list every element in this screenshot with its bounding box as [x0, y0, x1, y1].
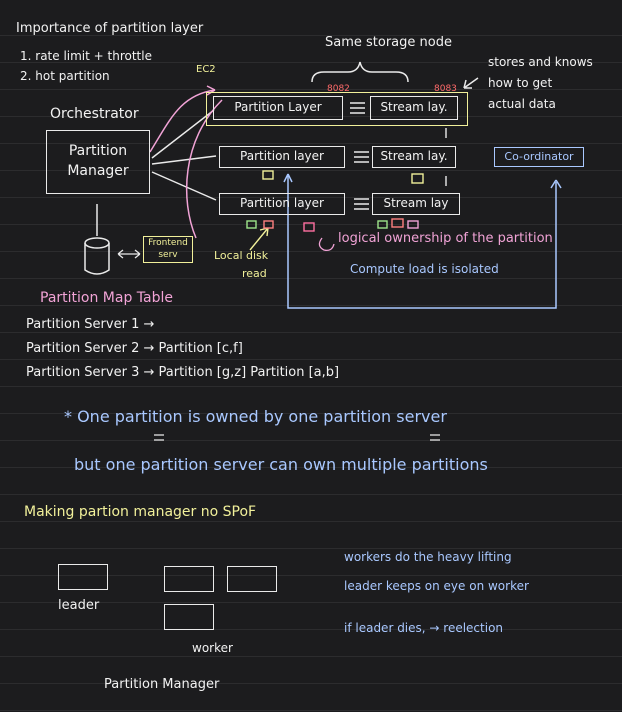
orchestrator-label: Orchestrator [50, 106, 139, 122]
brace [311, 61, 409, 83]
rule-line-2: but one partition server can own multipl… [74, 455, 488, 474]
partition-manager-box: Partition Manager [46, 130, 150, 194]
database-icon [84, 237, 110, 275]
partition-layer-label-3: Partition layer [240, 196, 324, 210]
frontend-server-box: Frontend serv [143, 236, 193, 263]
map-row-2: Partition Server 2 → Partition [c,f] [26, 341, 243, 356]
stores-note-1: stores and knows [488, 55, 593, 69]
worker-box-1 [164, 566, 214, 592]
partition-layer-box-3: Partition layer [219, 193, 345, 215]
partition-layer-box-1: Partition Layer [213, 96, 343, 120]
leader-box [58, 564, 108, 590]
partition-manager-label: Partition Manager [67, 143, 129, 180]
same-storage-node: Same storage node [325, 35, 452, 50]
stream-layer-box-3: Stream lay [372, 193, 460, 215]
partition-layer-label-1: Partition Layer [234, 100, 322, 114]
local-disk-label-1: Local disk [214, 249, 269, 262]
leader-label: leader [58, 598, 100, 613]
importance-item-2: 2. hot partition [20, 69, 110, 83]
worker-box-3 [164, 604, 214, 630]
ec2-label: EC2 [196, 64, 216, 75]
note-workers: workers do the heavy lifting [344, 550, 512, 564]
compute-isolated-note: Compute load is isolated [350, 262, 499, 276]
stores-note-3: actual data [488, 97, 556, 111]
note-leader: leader keeps on eye on worker [344, 579, 529, 593]
frontend-label-1: Frontend [148, 238, 188, 248]
note-arrow [463, 77, 479, 89]
stream-layer-box-2: Stream lay. [372, 146, 456, 168]
frontend-label-2: serv [158, 250, 178, 260]
db-frontend-arrow [117, 249, 141, 259]
worker-box-2 [227, 566, 277, 592]
coordinator-box: Co-ordinator [494, 147, 584, 167]
stream-layer-box-1: Stream lay. [370, 96, 458, 120]
rule-line-1: * One partition is owned by one partitio… [64, 407, 447, 426]
stores-note-2: how to get [488, 76, 553, 90]
partition-map-title: Partition Map Table [40, 290, 173, 306]
note-reelection: if leader dies, → reelection [344, 621, 504, 635]
map-row-3: Partition Server 3 → Partition [g,z] Par… [26, 365, 340, 380]
local-disk-label-2: read [242, 267, 267, 280]
stream-layer-label-2: Stream lay. [380, 149, 448, 163]
spof-title: Making partion manager no SPoF [24, 504, 257, 520]
importance-item-1: 1. rate limit + throttle [20, 49, 152, 63]
logical-ownership-note: logical ownership of the partition [338, 231, 553, 246]
coordinator-label: Co-ordinator [504, 150, 574, 163]
partition-layer-label-2: Partition layer [240, 149, 324, 163]
stream-layer-label-3: Stream lay [383, 196, 449, 210]
stream-layer-label-1: Stream lay. [380, 100, 448, 114]
importance-title: Importance of partition layer [16, 21, 204, 36]
pm-label: Partition Manager [104, 677, 220, 692]
map-row-1: Partition Server 1 → [26, 317, 155, 332]
worker-label: worker [192, 641, 233, 655]
partition-layer-box-2: Partition layer [219, 146, 345, 168]
